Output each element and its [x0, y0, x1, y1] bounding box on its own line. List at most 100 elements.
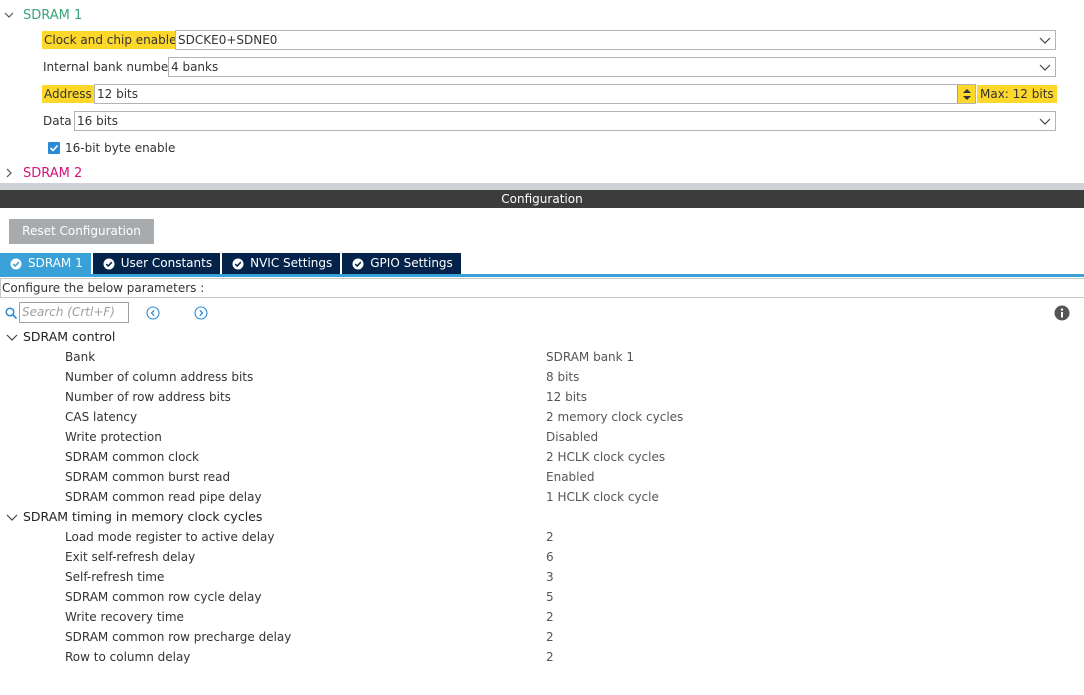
chevron-down-icon [1039, 37, 1051, 44]
address-max-label: Max: 12 bits [977, 85, 1057, 103]
param-value[interactable]: 2 [546, 527, 554, 547]
param-row[interactable]: Write protection Disabled [0, 427, 1084, 447]
check-circle-icon [10, 258, 22, 269]
bank-number-value: 4 banks [171, 60, 219, 74]
tab-underline [0, 274, 1084, 277]
tab-gpio-settings[interactable]: GPIO Settings [342, 253, 461, 274]
splitter-bar[interactable] [0, 183, 1084, 190]
clock-enable-value: SDCKE0+SDNE0 [178, 33, 278, 47]
param-name: SDRAM common clock [65, 450, 199, 464]
param-value[interactable]: 2 [546, 607, 554, 627]
param-row[interactable]: SDRAM common row cycle delay 5 [0, 587, 1084, 607]
param-value[interactable]: 12 bits [546, 387, 587, 407]
param-row[interactable]: Number of row address bits 12 bits [0, 387, 1084, 407]
param-name: Write recovery time [65, 610, 184, 624]
param-value[interactable]: 1 HCLK clock cycle [546, 487, 659, 507]
param-row[interactable]: SDRAM common clock 2 HCLK clock cycles [0, 447, 1084, 467]
param-value[interactable]: 8 bits [546, 367, 579, 387]
param-row[interactable]: Row to column delay 2 [0, 647, 1084, 667]
param-value[interactable]: 2 [546, 627, 554, 647]
param-value[interactable]: Enabled [546, 467, 595, 487]
param-value[interactable]: 2 [546, 647, 554, 667]
group-sdram-timing[interactable]: SDRAM timing in memory clock cycles [0, 507, 262, 527]
info-icon[interactable] [1054, 305, 1070, 321]
param-name: SDRAM common row cycle delay [65, 590, 262, 604]
param-row[interactable]: Number of column address bits 8 bits [0, 367, 1084, 387]
byte-enable-checkbox-row[interactable]: 16-bit byte enable [48, 139, 175, 157]
param-name: Exit self-refresh delay [65, 550, 196, 564]
byte-enable-label: 16-bit byte enable [65, 141, 176, 155]
data-width-select[interactable]: 16 bits [74, 111, 1056, 131]
tab-label: SDRAM 1 [28, 256, 83, 270]
param-row[interactable]: CAS latency 2 memory clock cycles [0, 407, 1084, 427]
sdram2-header[interactable]: SDRAM 2 [4, 164, 82, 182]
param-row[interactable]: SDRAM common read pipe delay 1 HCLK cloc… [0, 487, 1084, 507]
chevron-down-icon [1039, 64, 1051, 71]
check-circle-icon [103, 258, 115, 269]
tab-nvic-settings[interactable]: NVIC Settings [222, 253, 341, 274]
group-title: SDRAM control [23, 329, 116, 344]
sdram2-title: SDRAM 2 [23, 165, 83, 181]
param-row[interactable]: SDRAM common burst read Enabled [0, 467, 1084, 487]
configure-instruction: Configure the below parameters : [0, 278, 1084, 298]
chevron-right-icon[interactable] [4, 168, 14, 178]
param-value[interactable]: 5 [546, 587, 554, 607]
tab-label: NVIC Settings [250, 256, 333, 270]
chevron-down-icon[interactable] [4, 10, 14, 20]
param-name: SDRAM common row precharge delay [65, 630, 292, 644]
param-row[interactable]: Bank SDRAM bank 1 [0, 347, 1084, 367]
data-width-value: 16 bits [77, 114, 118, 128]
param-value[interactable]: 2 memory clock cycles [546, 407, 683, 427]
param-value[interactable]: 6 [546, 547, 554, 567]
clock-enable-select[interactable]: SDCKE0+SDNE0 [175, 30, 1056, 50]
sdram1-header[interactable]: SDRAM 1 [4, 6, 82, 24]
address-stepper-button[interactable] [957, 85, 975, 103]
param-name: Number of column address bits [65, 370, 254, 384]
param-row[interactable]: Write recovery time 2 [0, 607, 1084, 627]
param-row[interactable]: Exit self-refresh delay 6 [0, 547, 1084, 567]
param-value[interactable]: Disabled [546, 427, 598, 447]
param-row[interactable]: Self-refresh time 3 [0, 567, 1084, 587]
check-circle-icon [352, 258, 364, 269]
param-name: Row to column delay [65, 650, 191, 664]
param-name: Number of row address bits [65, 390, 231, 404]
address-label: Address [42, 85, 94, 103]
address-value: 12 bits [97, 87, 138, 101]
chevron-down-icon [1039, 118, 1051, 125]
param-row[interactable]: Load mode register to active delay 2 [0, 527, 1084, 547]
chevron-down-icon[interactable] [6, 511, 18, 523]
bank-number-label: Internal bank number [43, 60, 174, 74]
data-width-label: Data [43, 114, 72, 128]
search-input[interactable]: Search (Crtl+F) [19, 302, 129, 323]
tab-label: User Constants [120, 256, 213, 270]
param-value[interactable]: SDRAM bank 1 [546, 347, 634, 367]
chevron-down-icon[interactable] [6, 331, 18, 343]
group-title: SDRAM timing in memory clock cycles [23, 509, 263, 524]
param-name: SDRAM common burst read [65, 470, 231, 484]
previous-result-icon[interactable] [146, 306, 160, 320]
group-sdram-control[interactable]: SDRAM control [0, 327, 115, 347]
bank-number-select[interactable]: 4 banks [168, 57, 1056, 77]
param-name: SDRAM common read pipe delay [65, 490, 262, 504]
tab-sdram1[interactable]: SDRAM 1 [0, 253, 91, 274]
tab-user-constants[interactable]: User Constants [92, 253, 221, 274]
configuration-title: Configuration [0, 190, 1084, 208]
sdram1-title: SDRAM 1 [23, 7, 83, 23]
check-circle-icon [232, 258, 244, 269]
param-value[interactable]: 2 HCLK clock cycles [546, 447, 665, 467]
param-name: Load mode register to active delay [65, 530, 275, 544]
next-result-icon[interactable] [194, 306, 208, 320]
param-row[interactable]: SDRAM common row precharge delay 2 [0, 627, 1084, 647]
search-icon[interactable] [5, 307, 18, 320]
param-name: Write protection [65, 430, 162, 444]
checkbox-checked-icon[interactable] [48, 142, 60, 154]
reset-configuration-button[interactable]: Reset Configuration [9, 219, 154, 244]
param-name: Bank [65, 350, 96, 364]
config-tabs: SDRAM 1 User Constants NVIC Settings GPI… [0, 253, 463, 274]
address-spinner[interactable]: 12 bits [94, 84, 976, 104]
param-value[interactable]: 3 [546, 567, 554, 587]
param-name: CAS latency [65, 410, 138, 424]
clock-enable-label: Clock and chip enable [42, 31, 179, 49]
stepper-arrows-icon [963, 89, 971, 100]
param-name: Self-refresh time [65, 570, 165, 584]
